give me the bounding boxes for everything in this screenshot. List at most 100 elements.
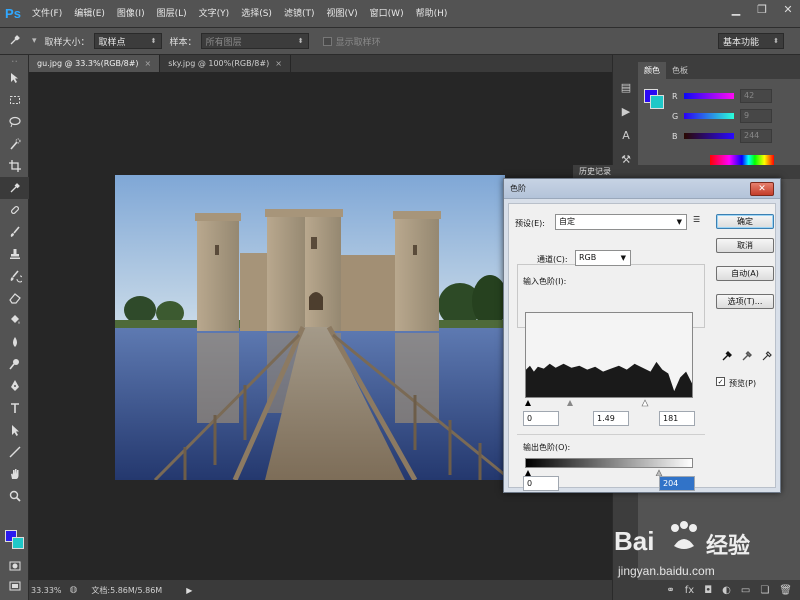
green-value[interactable]: 9 [740,109,772,123]
input-levels-slider[interactable] [525,398,693,408]
close-button[interactable]: ✕ [782,4,794,16]
zoom-tool-icon[interactable] [0,485,29,507]
white-eyedropper-icon[interactable] [761,348,773,362]
menu-window[interactable]: 窗口(W) [364,0,410,28]
history-panel-header[interactable]: 历史记录 [573,165,800,179]
preset-options-icon[interactable]: ☰ [693,215,700,224]
options-button[interactable]: 选项(T)... [716,294,774,309]
input-black-handle[interactable] [525,400,531,406]
red-slider[interactable] [684,93,734,99]
dialog-title[interactable]: 色阶 [504,179,780,199]
screen-mode-icon[interactable] [0,575,29,597]
sample-size-select[interactable]: 取样点 ⬍ [93,33,162,49]
tab-label: gu.jpg @ 33.3%(RGB/8#) [37,59,139,68]
blur-tool-icon[interactable] [0,331,29,353]
dialog-close-button[interactable]: ✕ [750,182,774,196]
color-panel-tabs: 颜色 色板 [638,55,800,79]
lasso-tool-icon[interactable] [0,111,29,133]
red-value[interactable]: 42 [740,89,772,103]
character-panel-icon[interactable]: A [613,123,639,147]
input-gamma-field[interactable]: 1.49 [593,411,629,426]
close-icon[interactable]: × [145,59,152,68]
channel-select[interactable]: RGB ▼ [575,250,631,266]
levels-dialog: 色阶 ✕ 预设(E): 自定 ▼ ☰ 通道(C): RGB ▼ 输入色阶(I): 0… [503,178,781,493]
pen-tool-icon[interactable] [0,375,29,397]
black-eyedropper-icon[interactable] [721,348,733,362]
move-tool-icon[interactable] [0,67,29,89]
tab-sky-jpg[interactable]: sky.jpg @ 100%(RGB/8#) × [160,55,291,72]
mask-icon[interactable]: ◘ [704,585,712,596]
status-arrow-icon[interactable]: ▶ [186,586,192,595]
quick-mask-icon[interactable] [0,555,29,577]
output-levels-slider[interactable] [525,468,693,476]
green-slider[interactable] [684,113,734,119]
brush-tool-icon[interactable] [0,221,29,243]
link-icon[interactable]: ⚭ [666,585,674,596]
healing-brush-tool-icon[interactable] [0,199,29,221]
show-ring-checkbox[interactable] [322,36,332,46]
tool-preset-arrow-icon[interactable]: ▾ [32,36,37,46]
blue-value[interactable]: 244 [740,129,772,143]
menu-edit[interactable]: 编辑(E) [68,0,111,28]
menu-file[interactable]: 文件(F) [26,0,68,28]
preview-checkbox[interactable]: ✓ [716,377,725,386]
minimize-button[interactable]: ▁ [730,4,742,16]
preset-select[interactable]: 自定 ▼ [555,214,687,230]
gray-eyedropper-icon[interactable] [741,348,753,362]
ok-button[interactable]: 确定 [716,214,774,229]
menu-select[interactable]: 选择(S) [235,0,278,28]
auto-button[interactable]: 自动(A) [716,266,774,281]
adjustment-icon[interactable]: ◐ [722,585,731,596]
zoom-level[interactable]: 33.33% [31,586,70,595]
status-icon[interactable]: ◍ [70,585,78,595]
castle-photo[interactable] [115,175,505,480]
menu-view[interactable]: 视图(V) [320,0,363,28]
divider [517,434,705,435]
history-panel-icon[interactable]: ▤ [613,75,639,99]
cancel-button[interactable]: 取消 [716,238,774,253]
hand-tool-icon[interactable] [0,463,29,485]
history-brush-tool-icon[interactable] [0,265,29,287]
trash-icon[interactable]: 🗑 [779,585,792,596]
input-levels-label: 输入色阶(I): [523,277,567,286]
quick-select-tool-icon[interactable] [0,133,29,155]
workspace-select[interactable]: 基本功能 ⬍ [718,33,784,49]
blue-slider[interactable] [684,133,734,139]
input-gamma-handle[interactable] [567,400,573,406]
menu-type[interactable]: 文字(Y) [193,0,236,28]
eyedropper-icon[interactable] [8,33,22,50]
panel-background-swatch[interactable] [650,95,664,109]
sample-select[interactable]: 所有图层 ⬍ [200,33,309,49]
tab-swatches[interactable]: 色板 [666,62,694,79]
menu-image[interactable]: 图像(I) [111,0,151,28]
background-color-swatch[interactable] [12,537,24,549]
type-tool-icon[interactable] [0,397,29,419]
menu-help[interactable]: 帮助(H) [410,0,454,28]
dodge-tool-icon[interactable] [0,353,29,375]
menu-layer[interactable]: 图层(L) [151,0,193,28]
output-white-field[interactable]: 204 [659,476,695,491]
crop-tool-icon[interactable] [0,155,29,177]
close-icon[interactable]: × [275,59,282,68]
input-white-field[interactable]: 181 [659,411,695,426]
paint-bucket-tool-icon[interactable] [0,309,29,331]
input-white-handle[interactable] [641,399,649,407]
input-black-field[interactable]: 0 [523,411,559,426]
tab-color[interactable]: 颜色 [638,62,666,79]
eraser-tool-icon[interactable] [0,287,29,309]
path-selection-tool-icon[interactable] [0,419,29,441]
output-black-field[interactable]: 0 [523,476,559,491]
actions-panel-icon[interactable]: ▶ [613,99,639,123]
color-spectrum[interactable] [710,155,774,165]
restore-button[interactable]: ❐ [756,4,768,16]
marquee-tool-icon[interactable] [0,89,29,111]
clone-stamp-tool-icon[interactable] [0,243,29,265]
sample-value: 所有图层 [205,37,242,48]
folder-icon[interactable]: ▭ [741,585,750,596]
eyedropper-tool-icon[interactable] [0,177,29,199]
tab-gu-jpg[interactable]: gu.jpg @ 33.3%(RGB/8#) × [29,55,161,72]
menu-filter[interactable]: 滤镜(T) [278,0,321,28]
fx-icon[interactable]: fx [685,585,694,596]
new-layer-icon[interactable]: ❏ [760,585,769,596]
line-tool-icon[interactable] [0,441,29,463]
